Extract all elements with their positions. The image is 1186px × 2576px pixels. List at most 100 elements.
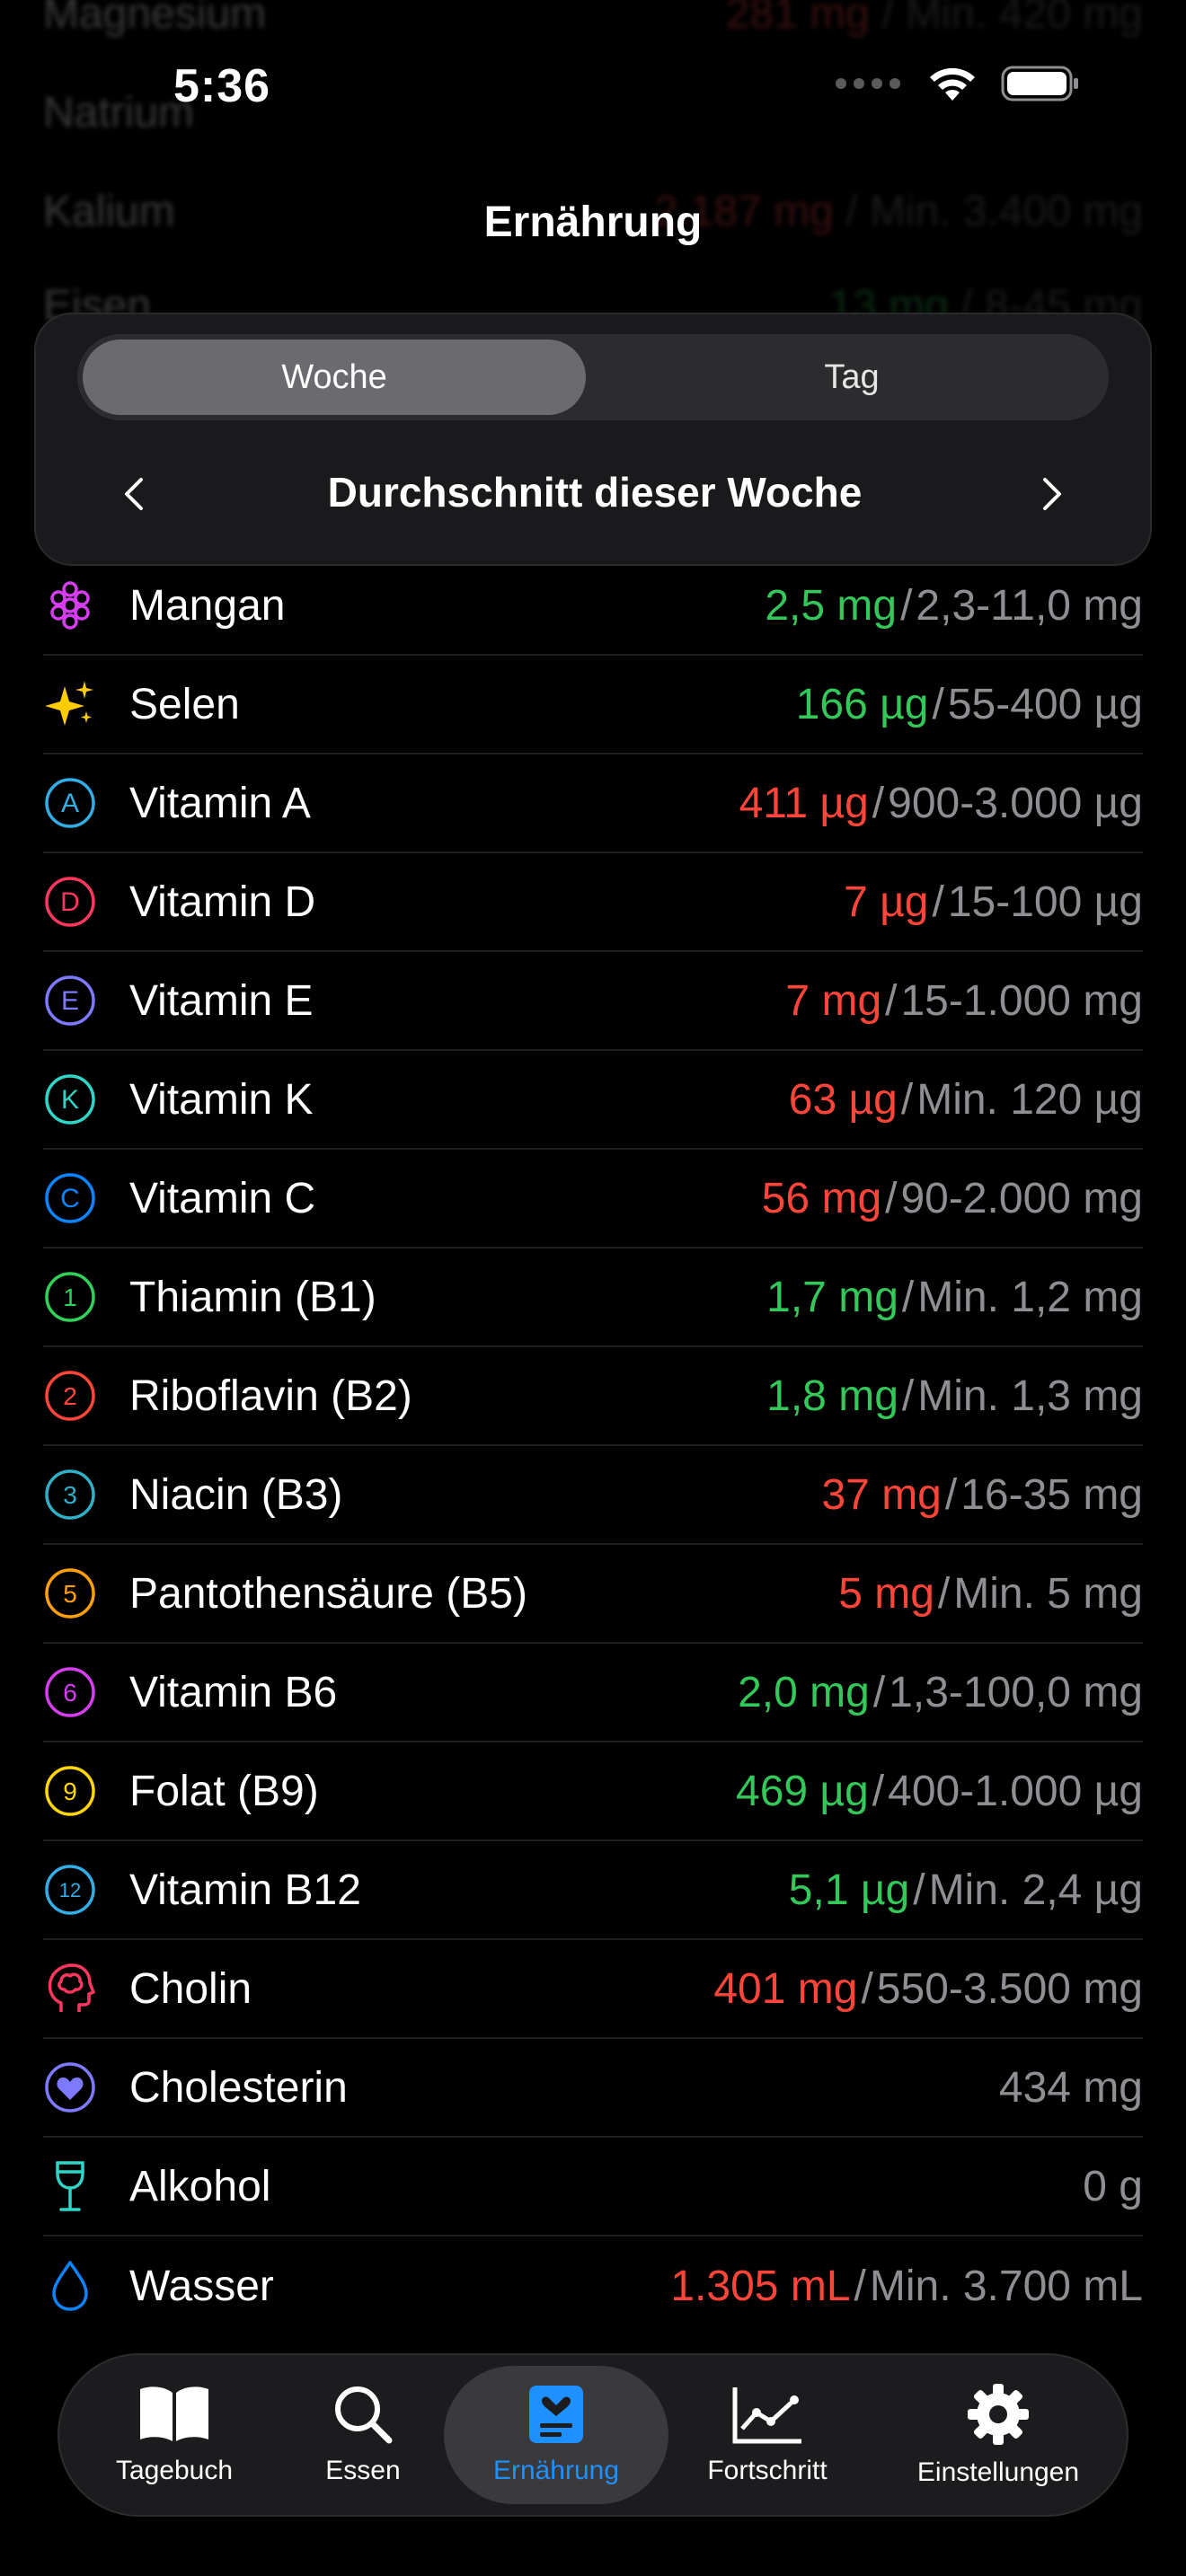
- battery-icon: [1001, 66, 1078, 101]
- nutrient-name: Vitamin B12: [129, 1866, 361, 1914]
- search-icon: [335, 2386, 393, 2444]
- status-bar: 5:36: [0, 0, 1186, 171]
- nutrient-row-riboflavin[interactable]: 2 Riboflavin (B2) 1,8 mg / Min. 1,3 mg: [43, 1347, 1143, 1446]
- nutrient-row-vitamin-d[interactable]: D Vitamin D 7 µg/15-100 µg: [43, 853, 1143, 952]
- nutrient-value: 37 mg: [821, 1470, 942, 1519]
- svg-text:12: 12: [59, 1879, 81, 1901]
- nutrient-range: 15-100 µg: [947, 878, 1143, 926]
- number-5-icon: 5: [43, 1566, 97, 1620]
- wifi-icon: [930, 67, 975, 101]
- svg-text:2: 2: [63, 1382, 77, 1410]
- nutrient-range: 900-3.000 µg: [888, 779, 1143, 827]
- nutrient-name: Thiamin (B1): [129, 1273, 376, 1321]
- letter-e-icon: E: [43, 974, 97, 1028]
- segmented-control: Woche Tag: [77, 334, 1109, 420]
- nutrient-row-vitamin-b6[interactable]: 6 Vitamin B6 2,0 mg/1,3-100,0 mg: [43, 1644, 1143, 1742]
- nutrient-range: 1,3-100,0 mg: [889, 1668, 1143, 1716]
- nutrient-row-cholin[interactable]: Cholin 401 mg/550-3.500 mg: [43, 1940, 1143, 2039]
- nutrient-row-pantothensaeure[interactable]: 5 Pantothensäure (B5) 5 mg / Min. 5 mg: [43, 1545, 1143, 1644]
- nutrient-value: 434 mg: [998, 2063, 1143, 2112]
- tab-tagebuch[interactable]: Tagebuch: [59, 2355, 289, 2515]
- nutrient-name: Vitamin D: [129, 878, 316, 926]
- nutrient-name: Selen: [129, 680, 240, 728]
- nutrient-row-wasser[interactable]: Wasser 1.305 mL / Min. 3.700 mL: [43, 2236, 1143, 2335]
- number-9-icon: 9: [43, 1764, 97, 1818]
- segment-week[interactable]: Woche: [83, 340, 586, 415]
- nutrient-row-vitamin-c[interactable]: C Vitamin C 56 mg/90-2.000 mg: [43, 1150, 1143, 1248]
- nutrient-name: Mangan: [129, 581, 286, 630]
- nutrient-range: Min. 3.700 mL: [869, 2262, 1143, 2310]
- svg-text:3: 3: [63, 1481, 77, 1509]
- nutrient-name: Alkohol: [129, 2162, 271, 2210]
- tab-essen[interactable]: Essen: [282, 2355, 444, 2515]
- nutrient-row-vitamin-b12[interactable]: 12 Vitamin B12 5,1 µg / Min. 2,4 µg: [43, 1841, 1143, 1940]
- nutrient-row-vitamin-a[interactable]: A Vitamin A 411 µg/900-3.000 µg: [43, 754, 1143, 853]
- nutrient-name: Pantothensäure (B5): [129, 1569, 527, 1618]
- number-1-icon: 1: [43, 1270, 97, 1324]
- nutrition-icon: [529, 2386, 583, 2443]
- nutrient-list: Mangan 2,5 mg/2,3-11,0 mg Selen 166 µg/5…: [43, 557, 1143, 2335]
- period-selector-panel: Woche Tag Durchschnitt dieser Woche: [34, 313, 1152, 566]
- nutrient-name: Wasser: [129, 2262, 274, 2310]
- svg-text:1: 1: [63, 1284, 77, 1311]
- period-label: Durchschnitt dieser Woche: [327, 469, 863, 516]
- nutrient-range: Min. 2,4 µg: [928, 1866, 1143, 1914]
- svg-text:9: 9: [63, 1778, 77, 1805]
- cellular-dots-icon: [836, 78, 900, 89]
- tab-label: Fortschritt: [707, 2456, 828, 2485]
- next-period-chevron-icon[interactable]: [1033, 476, 1069, 512]
- svg-text:5: 5: [63, 1580, 77, 1608]
- nutrient-range: 16-35 mg: [960, 1470, 1143, 1519]
- number-2-icon: 2: [43, 1369, 97, 1423]
- nutrient-value: 2,0 mg: [738, 1668, 870, 1716]
- wine-glass-icon: [43, 2159, 97, 2213]
- nutrient-name: Cholin: [129, 1964, 252, 2013]
- nutrient-range: 55-400 µg: [947, 680, 1143, 728]
- heart-icon: [43, 2060, 97, 2114]
- nutrient-range: 400-1.000 µg: [888, 1767, 1143, 1815]
- nutrient-row-mangan[interactable]: Mangan 2,5 mg/2,3-11,0 mg: [43, 557, 1143, 656]
- nutrient-range: 15-1.000 mg: [900, 976, 1143, 1025]
- tab-ernaehrung[interactable]: Ernährung: [444, 2355, 668, 2515]
- tab-bar: Tagebuch Essen Ernährung Fortschritt Ein…: [58, 2353, 1128, 2517]
- brain-head-icon: [43, 1962, 97, 2016]
- nutrient-name: Vitamin C: [129, 1174, 316, 1222]
- nutrient-name: Folat (B9): [129, 1767, 319, 1815]
- nutrient-row-cholesterin[interactable]: Cholesterin 434 mg: [43, 2039, 1143, 2138]
- svg-text:E: E: [61, 986, 79, 1016]
- letter-a-icon: A: [43, 776, 97, 830]
- tab-fortschritt[interactable]: Fortschritt: [668, 2355, 866, 2515]
- sparkles-icon: [43, 677, 97, 731]
- nutrient-value: 401 mg: [713, 1964, 858, 2013]
- nutrient-value: 7 mg: [785, 976, 882, 1025]
- segment-day[interactable]: Tag: [600, 340, 1103, 415]
- nutrient-row-thiamin[interactable]: 1 Thiamin (B1) 1,7 mg / Min. 1,2 mg: [43, 1248, 1143, 1347]
- svg-text:D: D: [60, 887, 80, 917]
- nutrient-name: Riboflavin (B2): [129, 1372, 412, 1420]
- grape-icon: [43, 578, 97, 632]
- tab-einstellungen[interactable]: Einstellungen: [866, 2355, 1130, 2515]
- nutrient-row-niacin[interactable]: 3 Niacin (B3) 37 mg/16-35 mg: [43, 1446, 1143, 1545]
- nutrient-value: 5,1 µg: [788, 1866, 910, 1914]
- nutrient-row-folat[interactable]: 9 Folat (B9) 469 µg/400-1.000 µg: [43, 1742, 1143, 1841]
- gear-icon: [968, 2384, 1029, 2445]
- nutrient-value: 2,5 mg: [765, 581, 898, 630]
- nutrient-row-selen[interactable]: Selen 166 µg/55-400 µg: [43, 656, 1143, 754]
- nutrient-range: 550-3.500 mg: [876, 1964, 1143, 2013]
- nutrient-name: Vitamin E: [129, 976, 314, 1025]
- status-time: 5:36: [173, 60, 271, 112]
- nutrient-range: Min. 1,3 mg: [917, 1372, 1143, 1420]
- nutrient-name: Niacin (B3): [129, 1470, 343, 1519]
- water-drop-icon: [43, 2259, 97, 2313]
- nutrient-row-vitamin-k[interactable]: K Vitamin K 63 µg / Min. 120 µg: [43, 1051, 1143, 1150]
- number-6-icon: 6: [43, 1665, 97, 1719]
- nutrient-range: 2,3-11,0 mg: [916, 581, 1143, 630]
- nutrient-value: 1,7 mg: [766, 1273, 898, 1321]
- svg-text:K: K: [61, 1085, 79, 1115]
- nutrient-row-vitamin-e[interactable]: E Vitamin E 7 mg/15-1.000 mg: [43, 952, 1143, 1051]
- status-icons: [836, 65, 1080, 102]
- nutrient-row-alkohol[interactable]: Alkohol 0 g: [43, 2138, 1143, 2236]
- letter-d-icon: D: [43, 875, 97, 929]
- tab-label: Tagebuch: [115, 2456, 234, 2485]
- number-3-icon: 3: [43, 1468, 97, 1522]
